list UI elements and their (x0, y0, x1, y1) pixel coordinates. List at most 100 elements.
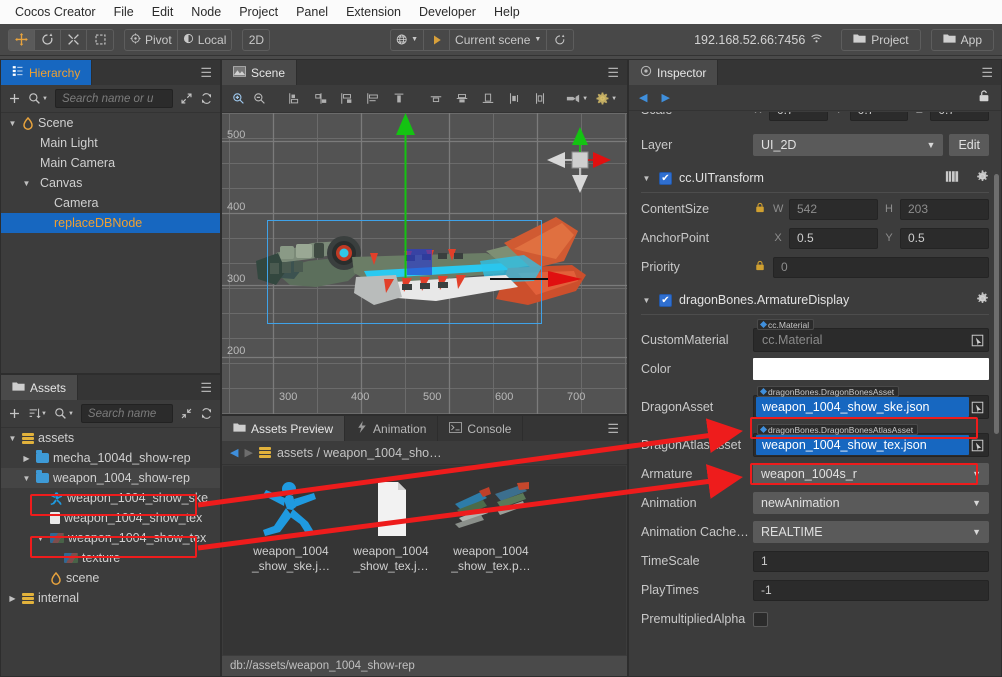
preview-menu-icon[interactable]: ☰ (607, 421, 619, 437)
refresh-assets-icon[interactable] (200, 407, 213, 420)
menu-item-panel[interactable]: Panel (287, 3, 337, 21)
coord-toggle-button[interactable]: Local (178, 30, 232, 50)
menu-item-file[interactable]: File (105, 3, 143, 21)
lock-icon[interactable] (753, 260, 767, 274)
scene-selector-dropdown[interactable]: Current scene ▼ (450, 29, 548, 50)
tab-console[interactable]: Console (438, 416, 524, 441)
premultipliedalpha-checkbox[interactable] (753, 611, 768, 627)
layer-select[interactable]: UI_2D ▼ (753, 134, 944, 156)
assets-node-weapon-1004-show-tex[interactable]: ▼ weapon_1004_show_tex (1, 528, 220, 548)
component-header-cc-uitransform[interactable]: ▼ ✔ cc.UITransform (629, 166, 1001, 190)
tree-twisty[interactable]: ▼ (21, 474, 32, 483)
custommaterial-value[interactable]: cc.Material (756, 330, 969, 350)
component-options-gear-icon[interactable] (976, 170, 989, 186)
component-enabled-checkbox[interactable]: ✔ (659, 171, 672, 185)
priority-input[interactable]: 0 (773, 256, 989, 278)
scale-z-input[interactable]: 0.7 (930, 112, 990, 121)
scene-nav-compass[interactable] (545, 125, 613, 195)
playtimes-input[interactable]: -1 (753, 579, 989, 601)
search-filter-icon[interactable]: ▼ (54, 407, 74, 420)
hierarchy-menu-icon[interactable]: ☰ (200, 65, 212, 81)
zoom-out-icon[interactable] (253, 92, 266, 105)
open-project-button[interactable]: Project (841, 28, 921, 51)
component-twisty[interactable]: ▼ (641, 296, 652, 305)
anchorpoint-x-input[interactable]: 0.5 (789, 227, 878, 249)
expand-all-icon[interactable] (180, 92, 193, 105)
add-asset-icon[interactable] (8, 407, 21, 420)
assets-search-input[interactable]: Search name (80, 404, 173, 423)
assets-node-weapon-1004-show-tex[interactable]: weapon_1004_show_tex (1, 508, 220, 528)
color-swatch[interactable] (753, 358, 989, 380)
add-node-icon[interactable] (8, 92, 21, 105)
hierarchy-node-main-camera[interactable]: Main Camera (1, 153, 220, 173)
anchorpoint-y-input[interactable]: 0.5 (900, 227, 989, 249)
inspector-menu-icon[interactable]: ☰ (981, 65, 993, 81)
assets-node-scene[interactable]: scene (1, 568, 220, 588)
contentsize-w-input[interactable]: 542 (789, 198, 878, 220)
armature-select[interactable]: weapon_1004s_r ▼ (753, 463, 989, 485)
tab-assets-preview[interactable]: Assets Preview (222, 416, 346, 441)
menu-item-edit[interactable]: Edit (143, 3, 183, 21)
tree-twisty[interactable]: ▼ (7, 119, 18, 128)
contentsize-h-input[interactable]: 203 (900, 198, 989, 220)
pivot-toggle-button[interactable]: Pivot (125, 29, 178, 50)
align-bottom-icon[interactable] (481, 92, 495, 105)
tree-twisty[interactable]: ▶ (7, 594, 18, 603)
tab-animation[interactable]: Animation (345, 416, 439, 441)
hierarchy-node-scene[interactable]: ▼ Scene (1, 113, 220, 133)
tab-assets[interactable]: Assets (1, 375, 79, 400)
distribute-v-icon[interactable] (507, 92, 521, 105)
search-filter-icon[interactable]: ▼ (28, 92, 48, 105)
menu-item-project[interactable]: Project (230, 3, 287, 21)
rect-tool-button[interactable] (87, 30, 113, 50)
assets-node-mecha-1004d-show-rep[interactable]: ▶ mecha_1004d_show-rep (1, 448, 220, 468)
inspector-forward-icon[interactable]: ▶ (661, 91, 669, 104)
asset-item-tex-png[interactable]: weapon_1004 _show_tex.p… (441, 480, 541, 574)
hierarchy-node-replacedbnode[interactable]: replaceDBNode (1, 213, 220, 233)
collapse-all-icon[interactable] (180, 407, 193, 420)
layer-edit-button[interactable]: Edit (949, 134, 989, 156)
gear-icon[interactable]: ▼ (596, 92, 617, 105)
scale-tool-button[interactable] (61, 29, 87, 50)
breadcrumb-forward-icon[interactable]: ▶ (244, 446, 252, 459)
hierarchy-node-camera[interactable]: Camera (1, 193, 220, 213)
menu-item-extension[interactable]: Extension (337, 3, 410, 21)
custommaterial-pick-button[interactable] (969, 332, 985, 348)
assets-node-assets[interactable]: ▼ assets (1, 428, 220, 448)
help-doc-icon[interactable] (945, 170, 959, 186)
breadcrumb-back-icon[interactable]: ◀ (230, 446, 238, 459)
animation-cache--select[interactable]: REALTIME ▼ (753, 521, 989, 543)
distribute-h-icon[interactable] (366, 92, 380, 105)
translate-gizmo-x[interactable] (490, 269, 585, 289)
component-header-dragonbones-armaturedisplay[interactable]: ▼ ✔ dragonBones.ArmatureDisplay (629, 288, 1001, 312)
dragonasset-pick-button[interactable] (969, 399, 985, 415)
zoom-in-icon[interactable] (232, 92, 245, 105)
rotate-tool-button[interactable] (35, 29, 61, 50)
align-top-icon[interactable] (392, 92, 406, 105)
align-vcenter-icon[interactable] (455, 92, 469, 105)
scene-menu-icon[interactable]: ☰ (607, 65, 619, 81)
dimension-toggle-button[interactable]: 2D (243, 30, 269, 50)
tree-twisty[interactable]: ▼ (35, 534, 46, 543)
preview-device-button[interactable]: ▼ (391, 29, 425, 50)
align-right-icon[interactable] (340, 92, 354, 105)
assets-node-weapon-1004-show-ske[interactable]: weapon_1004_show_ske (1, 488, 220, 508)
menu-item-node[interactable]: Node (182, 3, 230, 21)
component-options-gear-icon[interactable] (976, 292, 989, 308)
component-twisty[interactable]: ▼ (641, 174, 652, 183)
assets-menu-icon[interactable]: ☰ (200, 380, 212, 396)
sort-assets-icon[interactable]: ▼ (28, 407, 47, 420)
assets-node-internal[interactable]: ▶ internal (1, 588, 220, 608)
tree-twisty[interactable]: ▼ (21, 179, 32, 188)
menu-item-developer[interactable]: Developer (410, 3, 485, 21)
dragonatlasasset-value[interactable]: weapon_1004_show_tex.json (756, 435, 969, 455)
tab-inspector[interactable]: Inspector (629, 60, 719, 85)
menu-item-help[interactable]: Help (485, 3, 529, 21)
open-app-button[interactable]: App (930, 28, 994, 51)
dragonatlasasset-pick-button[interactable] (969, 437, 985, 453)
spacing-v-icon[interactable] (533, 92, 547, 105)
translate-gizmo-y[interactable] (387, 113, 447, 278)
camera-icon[interactable]: ▼ (566, 93, 588, 105)
scene-viewport[interactable]: 500 400 300 200 300 400 500 600 700 (222, 113, 627, 414)
hierarchy-node-main-light[interactable]: Main Light (1, 133, 220, 153)
